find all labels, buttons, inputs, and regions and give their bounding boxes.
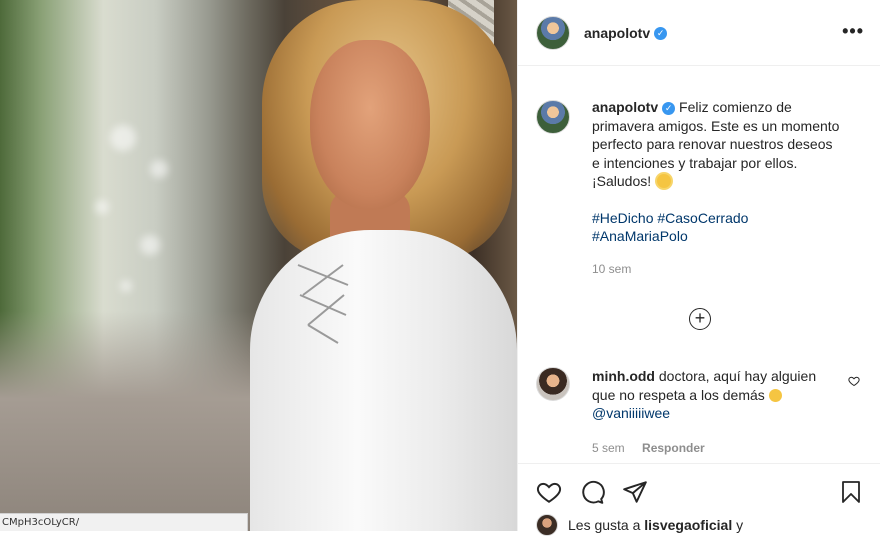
- bookmark-icon[interactable]: [839, 479, 863, 505]
- heart-icon[interactable]: [536, 479, 562, 505]
- likes-summary: Les gusta a lisvegaoficial y: [536, 514, 743, 536]
- avatar[interactable]: [536, 15, 570, 50]
- action-bar: Les gusta a lisvegaoficial y: [518, 463, 880, 536]
- post-sidebar: anapolotv ✓ ••• anapolotv ✓ Feliz comienzo…: [517, 0, 880, 536]
- status-url: CMpH3cOLyCR/: [0, 513, 248, 531]
- verified-badge-icon: ✓: [654, 27, 668, 41]
- caption: anapolotv ✓ Feliz comienzo de primavera a…: [536, 98, 860, 278]
- comment-meta: 5 sem Responder: [592, 439, 832, 458]
- comment-item: minh.odd doctora, aquí hay alguien que n…: [536, 367, 860, 457]
- hashtag-link[interactable]: #HeDicho: [592, 210, 653, 226]
- hashtags: #HeDicho #CasoCerrado #AnaMariaPolo: [592, 209, 842, 246]
- post-header: anapolotv ✓ •••: [518, 0, 880, 66]
- header-username[interactable]: anapolotv ✓: [584, 25, 668, 41]
- caption-avatar[interactable]: [536, 100, 570, 134]
- small-heart-icon[interactable]: [848, 375, 860, 387]
- plus-circle-icon[interactable]: +: [689, 308, 711, 330]
- post-photo[interactable]: CMpH3cOLyCR/: [0, 0, 517, 531]
- caption-timestamp[interactable]: 10 sem: [592, 260, 842, 279]
- comment-timestamp[interactable]: 5 sem: [592, 441, 625, 455]
- sad-face-emoji-icon: [768, 388, 782, 402]
- comment-icon[interactable]: [579, 479, 605, 505]
- more-options-icon[interactable]: •••: [842, 22, 864, 40]
- hashtag-link[interactable]: #CasoCerrado: [657, 210, 748, 226]
- hashtag-link[interactable]: #AnaMariaPolo: [592, 228, 688, 244]
- comment-mention[interactable]: @vaniiiiiwee: [592, 405, 670, 421]
- verified-badge-icon: ✓: [662, 101, 676, 115]
- sun-emoji-icon: [657, 174, 672, 188]
- reply-button[interactable]: Responder: [642, 441, 705, 455]
- paper-plane-icon[interactable]: [622, 479, 648, 505]
- shirt-laces: [297, 264, 349, 344]
- liker-avatar[interactable]: [536, 514, 558, 536]
- caption-username[interactable]: anapolotv: [592, 99, 658, 115]
- commenter-avatar[interactable]: [536, 367, 570, 401]
- comment-username[interactable]: minh.odd: [592, 368, 655, 384]
